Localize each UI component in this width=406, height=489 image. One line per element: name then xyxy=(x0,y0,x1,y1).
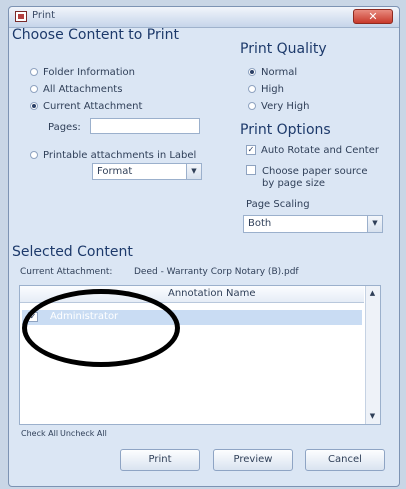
pages-label: Pages: xyxy=(48,122,81,133)
radio-icon xyxy=(30,151,38,159)
selected-content-title: Selected Content xyxy=(12,244,133,260)
checkbox-icon xyxy=(246,165,256,175)
print-quality-title: Print Quality xyxy=(240,41,327,57)
close-button[interactable]: ✕ xyxy=(353,9,393,24)
page-scaling-select[interactable]: Both ▼ xyxy=(243,215,383,233)
print-button[interactable]: Print xyxy=(120,449,200,471)
check-all-link[interactable]: Check All xyxy=(21,429,58,438)
preview-button[interactable]: Preview xyxy=(213,449,293,471)
option-label: Normal xyxy=(261,67,298,78)
option-all-attachments[interactable]: All Attachments xyxy=(30,84,122,95)
radio-icon xyxy=(30,68,38,76)
quality-high[interactable]: High xyxy=(248,84,284,95)
title-bar: Print ✕ xyxy=(9,7,399,28)
cancel-button[interactable]: Cancel xyxy=(305,449,385,471)
column-header-annotation-name[interactable]: Annotation Name xyxy=(168,288,256,299)
radio-icon xyxy=(248,85,256,93)
select-value: Both xyxy=(248,218,272,229)
checkbox-checked-icon[interactable]: ✓ xyxy=(28,312,38,322)
list-header: Annotation Name xyxy=(20,286,364,303)
option-label: High xyxy=(261,84,284,95)
option-label: Current Attachment xyxy=(43,101,143,112)
option-label: All Attachments xyxy=(43,84,123,95)
chevron-down-icon[interactable]: ▼ xyxy=(367,216,382,232)
app-icon xyxy=(15,11,27,22)
current-attachment-value: Deed - Warranty Corp Notary (B).pdf xyxy=(134,267,299,277)
option-label: Folder Information xyxy=(43,67,135,78)
radio-selected-icon xyxy=(30,102,38,110)
scroll-down-icon[interactable]: ▼ xyxy=(366,410,379,423)
option-label: Printable attachments in Label xyxy=(43,150,197,161)
row-label: Administrator xyxy=(50,311,119,322)
choose-content-title: Choose Content to Print xyxy=(12,27,179,43)
option-folder-information[interactable]: Folder Information xyxy=(30,67,135,78)
print-options-title: Print Options xyxy=(240,122,331,138)
scroll-up-icon[interactable]: ▲ xyxy=(366,287,379,300)
select-value: Format xyxy=(97,166,133,177)
quality-very-high[interactable]: Very High xyxy=(248,101,309,112)
annotation-list: Annotation Name ✓ Administrator ▲ ▼ xyxy=(19,285,381,425)
checkbox-label: Auto Rotate and Center xyxy=(261,145,379,156)
vertical-scrollbar[interactable]: ▲ ▼ xyxy=(365,286,380,424)
table-row[interactable]: ✓ Administrator xyxy=(22,310,362,325)
checkbox-checked-icon: ✓ xyxy=(246,145,256,155)
current-attachment-label: Current Attachment: xyxy=(20,267,113,277)
option-current-attachment[interactable]: Current Attachment xyxy=(30,101,142,112)
radio-icon xyxy=(248,102,256,110)
quality-normal[interactable]: Normal xyxy=(248,67,297,78)
option-label: Very High xyxy=(261,101,310,112)
choose-paper-source-checkbox[interactable] xyxy=(246,165,261,176)
chevron-down-icon[interactable]: ▼ xyxy=(186,164,201,179)
choose-paper-label: Choose paper source by page size xyxy=(262,166,368,189)
radio-selected-icon xyxy=(248,68,256,76)
radio-icon xyxy=(30,85,38,93)
window-title: Print xyxy=(32,10,56,21)
uncheck-all-link[interactable]: Uncheck All xyxy=(60,429,107,438)
option-printable-attachments[interactable]: Printable attachments in Label xyxy=(30,150,196,161)
auto-rotate-checkbox[interactable]: ✓ Auto Rotate and Center xyxy=(246,145,379,156)
printable-format-select[interactable]: Format ▼ xyxy=(92,163,202,180)
page-scaling-label: Page Scaling xyxy=(246,199,310,210)
pages-input[interactable] xyxy=(90,118,200,134)
